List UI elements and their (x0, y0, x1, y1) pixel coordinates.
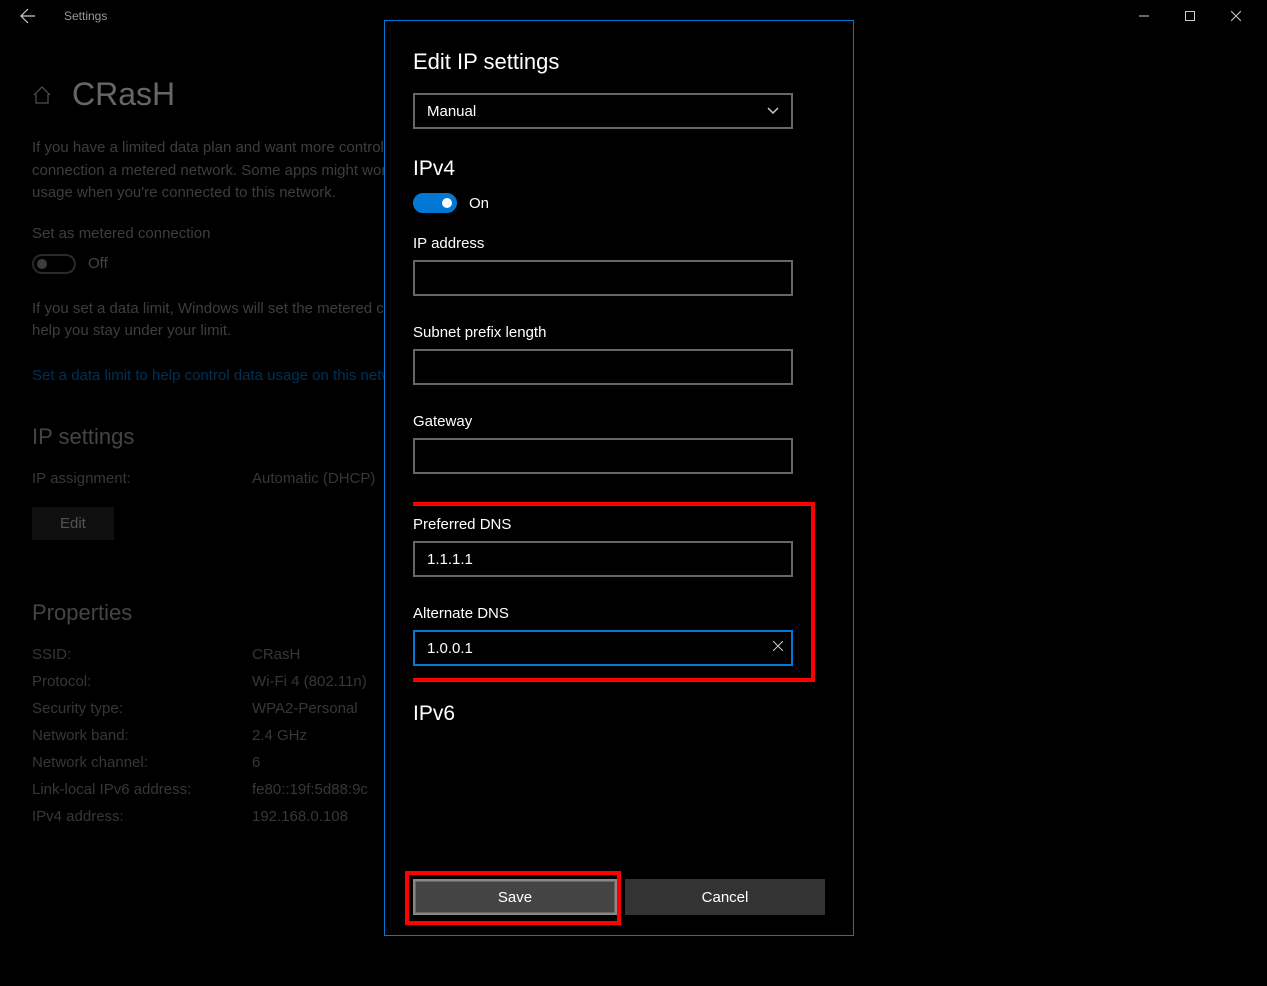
prop-key: SSID: (32, 646, 252, 663)
edit-ip-button[interactable]: Edit (32, 507, 114, 540)
window-title: Settings (64, 9, 107, 23)
prop-value: 192.168.0.108 (252, 808, 348, 825)
chevron-down-icon (767, 107, 779, 115)
prop-value: 6 (252, 754, 260, 771)
home-icon (32, 85, 52, 105)
prop-value: fe80::19f:5d88:9c (252, 781, 368, 798)
prop-value: Wi-Fi 4 (802.11n) (252, 673, 367, 690)
alternate-dns-input[interactable] (413, 630, 793, 666)
cancel-button[interactable]: Cancel (625, 879, 825, 915)
ipv6-heading: IPv6 (413, 702, 809, 726)
ip-assignment-value: Automatic (DHCP) (252, 470, 375, 487)
maximize-icon (1185, 11, 1195, 21)
maximize-button[interactable] (1167, 0, 1213, 32)
close-button[interactable] (1213, 0, 1259, 32)
gateway-input[interactable] (413, 438, 793, 474)
edit-ip-dialog: Edit IP settings Manual IPv4 On IP addre… (384, 20, 854, 936)
minimize-button[interactable] (1121, 0, 1167, 32)
subnet-label: Subnet prefix length (413, 324, 809, 341)
ip-assignment-label: IP assignment: (32, 470, 252, 487)
dialog-scrollbar[interactable] (823, 49, 825, 819)
ip-address-input[interactable] (413, 260, 793, 296)
clear-input-button[interactable] (773, 638, 783, 654)
prop-value: CRasH (252, 646, 300, 663)
metered-toggle[interactable] (32, 254, 76, 274)
ipv4-heading: IPv4 (413, 157, 809, 181)
save-button[interactable]: Save (413, 879, 617, 915)
prop-value: 2.4 GHz (252, 727, 307, 744)
page-title: CRasH (72, 76, 175, 113)
ip-mode-select[interactable]: Manual (413, 93, 793, 129)
ip-mode-value: Manual (427, 103, 476, 120)
gateway-label: Gateway (413, 413, 809, 430)
save-button-label: Save (415, 881, 615, 913)
minimize-icon (1139, 11, 1149, 21)
preferred-dns-label: Preferred DNS (413, 516, 801, 533)
ipv4-toggle[interactable] (413, 193, 457, 213)
prop-key: IPv4 address: (32, 808, 252, 825)
dialog-title: Edit IP settings (413, 49, 809, 75)
alternate-dns-label: Alternate DNS (413, 605, 801, 622)
prop-key: Security type: (32, 700, 252, 717)
metered-toggle-state: Off (88, 255, 108, 272)
close-icon (773, 641, 783, 651)
prop-value: WPA2-Personal (252, 700, 358, 717)
close-icon (1231, 11, 1241, 21)
prop-key: Network channel: (32, 754, 252, 771)
subnet-input[interactable] (413, 349, 793, 385)
dns-highlight: Preferred DNS Alternate DNS (413, 502, 815, 682)
preferred-dns-input[interactable] (413, 541, 793, 577)
ipv4-toggle-state: On (469, 195, 489, 212)
ip-address-label: IP address (413, 235, 809, 252)
prop-key: Network band: (32, 727, 252, 744)
arrow-left-icon (20, 8, 36, 24)
prop-key: Protocol: (32, 673, 252, 690)
prop-key: Link-local IPv6 address: (32, 781, 252, 798)
back-button[interactable] (8, 0, 48, 32)
